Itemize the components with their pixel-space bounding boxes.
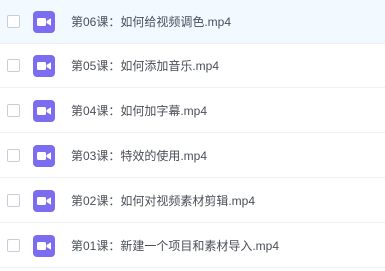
video-file-icon	[33, 144, 55, 167]
file-name[interactable]: 第02课：如何对视频素材剪辑.mp4	[71, 192, 255, 209]
row-checkbox[interactable]	[7, 15, 20, 28]
row-checkbox[interactable]	[7, 104, 20, 117]
file-row[interactable]: 第02课：如何对视频素材剪辑.mp4	[0, 179, 385, 223]
file-row[interactable]: 第05课：如何添加音乐.mp4	[0, 44, 385, 88]
video-file-icon	[33, 234, 55, 257]
video-file-icon	[33, 54, 55, 77]
file-row[interactable]: 第03课：特效的使用.mp4	[0, 134, 385, 178]
video-file-icon	[33, 189, 55, 212]
file-name[interactable]: 第04课：如何加字幕.mp4	[71, 102, 207, 119]
video-file-icon	[33, 99, 55, 122]
file-list: 第06课：如何给视频调色.mp4 第05课：如何添加音乐.mp4 第04课：如何…	[0, 0, 385, 271]
video-file-icon	[33, 10, 55, 33]
file-name[interactable]: 第03课：特效的使用.mp4	[71, 147, 207, 164]
file-row[interactable]: 第01课：新建一个项目和素材导入.mp4	[0, 224, 385, 268]
file-name[interactable]: 第01课：新建一个项目和素材导入.mp4	[71, 237, 279, 254]
file-name[interactable]: 第05课：如何添加音乐.mp4	[71, 57, 219, 74]
row-checkbox[interactable]	[7, 149, 20, 162]
row-checkbox[interactable]	[7, 59, 20, 72]
file-name[interactable]: 第06课：如何给视频调色.mp4	[71, 13, 231, 30]
file-row[interactable]: 第06课：如何给视频调色.mp4	[0, 0, 385, 44]
row-checkbox[interactable]	[7, 194, 20, 207]
file-row[interactable]: 第04课：如何加字幕.mp4	[0, 89, 385, 133]
row-checkbox[interactable]	[7, 239, 20, 252]
